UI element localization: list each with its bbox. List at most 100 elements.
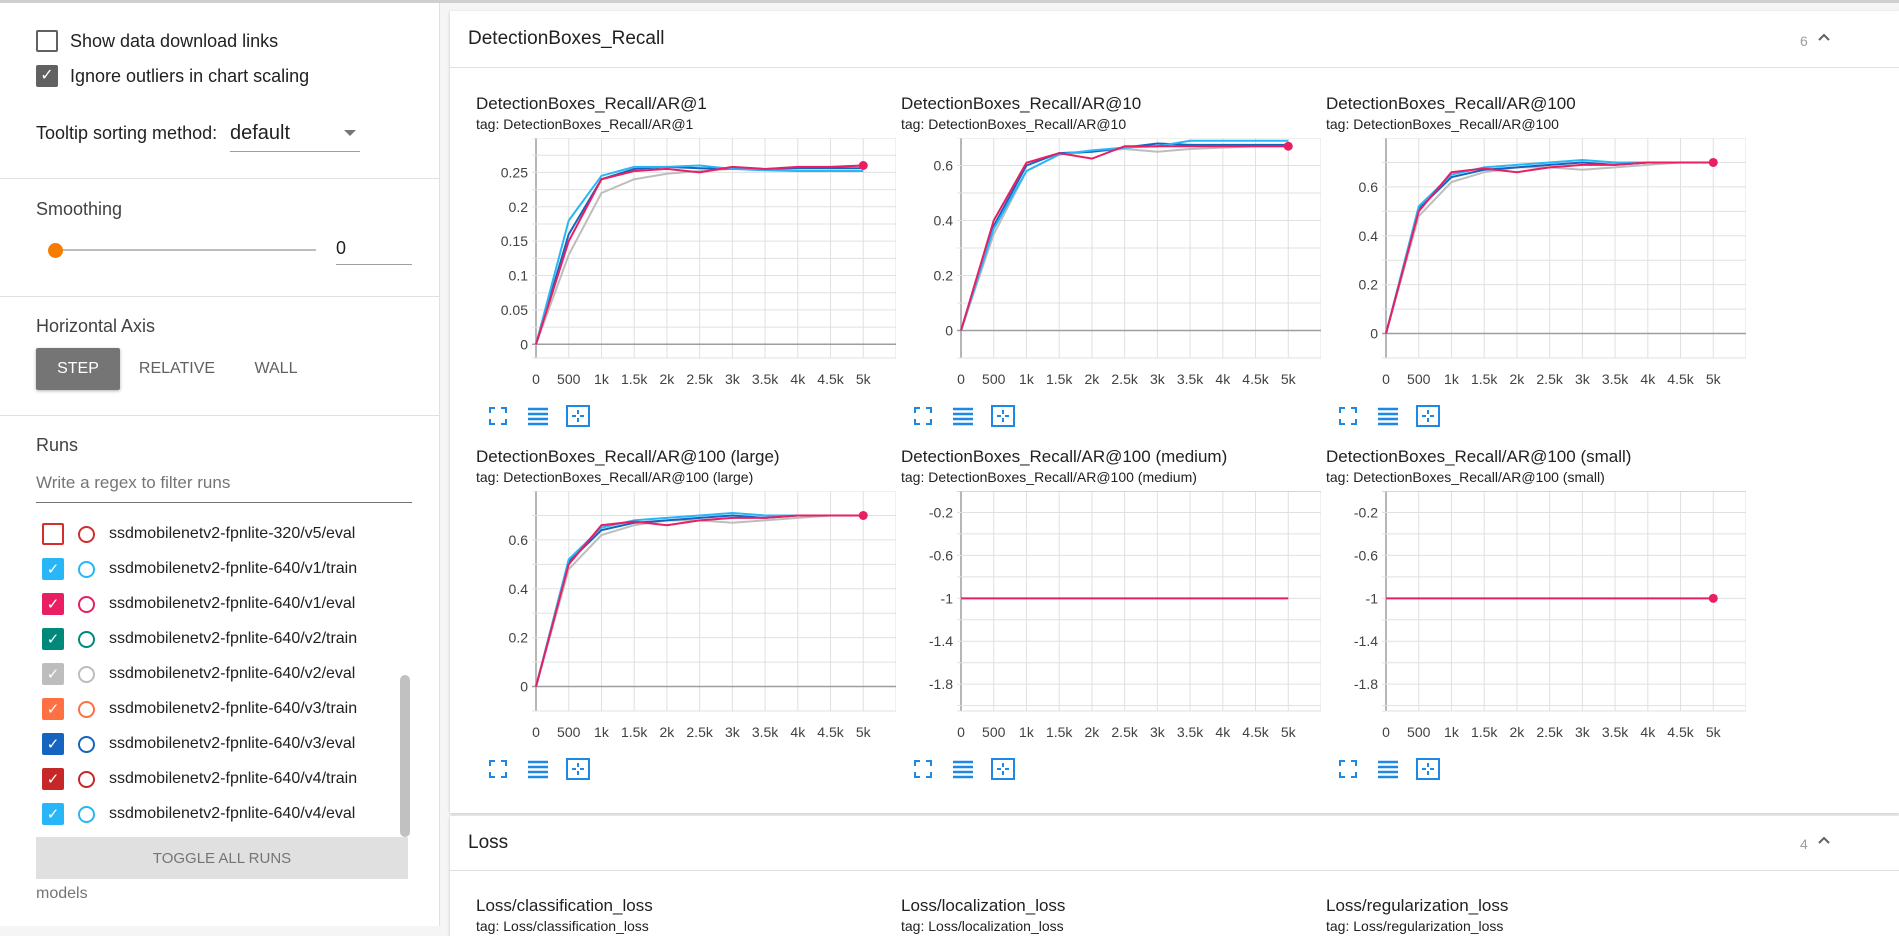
y-tick-label: 0.2 <box>934 268 954 284</box>
x-tick-label: 3k <box>1150 371 1166 387</box>
x-tick-label: 3k <box>725 724 741 740</box>
runs-filter-input[interactable]: Write a regex to filter runs <box>36 473 412 503</box>
run-item[interactable]: ssdmobilenetv2-fpnlite-320/v5/eval <box>42 521 355 547</box>
run-checkbox[interactable]: ✓ <box>42 698 64 720</box>
run-color-circle-icon[interactable] <box>78 735 95 753</box>
x-tick-label: 4k <box>1215 724 1231 740</box>
run-color-circle-icon[interactable] <box>78 700 95 718</box>
x-tick-label: 500 <box>982 724 1006 740</box>
axis-step-button[interactable]: STEP <box>36 348 120 390</box>
axis-relative-button[interactable]: RELATIVE <box>132 348 222 390</box>
run-color-circle-icon[interactable] <box>78 525 95 543</box>
data-table-icon[interactable] <box>949 402 977 430</box>
scalar-chart: DetectionBoxes_Recall/AR@1 tag: Detection… <box>476 94 896 427</box>
x-tick-label: 1.5k <box>1046 371 1073 387</box>
run-checkbox[interactable]: ✓ <box>42 663 64 685</box>
fullscreen-icon[interactable] <box>484 755 512 783</box>
run-checkbox[interactable]: ✓ <box>42 593 64 615</box>
fit-domain-icon[interactable] <box>1414 402 1442 430</box>
run-item[interactable]: ✓ ssdmobilenetv2-fpnlite-640/v2/eval <box>42 661 355 687</box>
run-item[interactable]: ✓ ssdmobilenetv2-fpnlite-640/v2/train <box>42 626 357 652</box>
fullscreen-icon[interactable] <box>909 755 937 783</box>
fit-domain-icon[interactable] <box>1414 755 1442 783</box>
x-tick-label: 5k <box>1706 371 1722 387</box>
loss-chart-tag: tag: Loss/regularization_loss <box>1326 918 1504 934</box>
run-color-circle-icon[interactable] <box>78 805 95 823</box>
chevron-up-icon[interactable] <box>1816 29 1832 50</box>
run-color-circle-icon[interactable] <box>78 595 95 613</box>
run-color-circle-icon[interactable] <box>78 630 95 648</box>
checkbox-box[interactable]: ✓ <box>36 65 58 87</box>
data-table-icon[interactable] <box>524 402 552 430</box>
section-loss: Loss 4 <box>450 816 1899 936</box>
y-tick-label: -1.4 <box>1354 633 1378 649</box>
data-table-icon[interactable] <box>949 755 977 783</box>
chart-toolbar <box>484 402 592 430</box>
x-tick-label: 4.5k <box>1242 371 1269 387</box>
fullscreen-icon[interactable] <box>909 402 937 430</box>
loss-chart-tag: tag: Loss/classification_loss <box>476 918 649 934</box>
tooltip-sorting-label: Tooltip sorting method: <box>36 123 218 143</box>
x-tick-label: 500 <box>1407 724 1431 740</box>
axis-wall-button[interactable]: WALL <box>240 348 312 390</box>
run-checkbox[interactable] <box>42 523 64 545</box>
fit-domain-icon[interactable] <box>989 755 1017 783</box>
data-table-icon[interactable] <box>524 755 552 783</box>
section-divider <box>450 67 1899 68</box>
run-color-circle-icon[interactable] <box>78 665 95 683</box>
chart-plot: 0 500 1k 1.5k 2k 2.5k 3k 3.5k 4k 4.5k 5k 0 0.05 0.1 0.… <box>501 138 896 387</box>
chart-tag: tag: DetectionBoxes_Recall/AR@10 <box>901 116 1127 132</box>
run-item[interactable]: ✓ ssdmobilenetv2-fpnlite-640/v4/eval <box>42 801 355 827</box>
show-download-links-checkbox[interactable]: Show data download links <box>36 30 278 52</box>
run-checkbox[interactable]: ✓ <box>42 803 64 825</box>
y-tick-label: 0.2 <box>1359 277 1379 293</box>
run-item[interactable]: ✓ ssdmobilenetv2-fpnlite-640/v4/train <box>42 766 357 792</box>
show-download-links-label: Show data download links <box>70 30 279 51</box>
y-tick-label: 0.6 <box>509 532 529 548</box>
run-checkbox[interactable]: ✓ <box>42 733 64 755</box>
x-tick-label: 0 <box>532 371 540 387</box>
fullscreen-icon[interactable] <box>1334 755 1362 783</box>
checkbox-box[interactable] <box>36 30 58 52</box>
fullscreen-icon[interactable] <box>484 402 512 430</box>
run-item[interactable]: ✓ ssdmobilenetv2-fpnlite-640/v3/train <box>42 696 357 722</box>
y-tick-label: -0.6 <box>1354 547 1378 563</box>
y-tick-label: 0 <box>945 323 953 339</box>
run-checkbox[interactable]: ✓ <box>42 768 64 790</box>
y-tick-label: 0.4 <box>934 213 954 229</box>
smoothing-slider-knob[interactable] <box>48 243 63 258</box>
y-tick-label: -0.2 <box>1354 504 1378 520</box>
ignore-outliers-checkbox[interactable]: ✓ Ignore outliers in chart scaling <box>36 65 309 87</box>
x-tick-label: 3k <box>1150 724 1166 740</box>
chart-tag: tag: DetectionBoxes_Recall/AR@1 <box>476 116 694 132</box>
fit-domain-icon[interactable] <box>564 755 592 783</box>
run-color-circle-icon[interactable] <box>78 560 95 578</box>
chart-tag: tag: DetectionBoxes_Recall/AR@100 (mediu… <box>901 469 1197 485</box>
data-table-icon[interactable] <box>1374 755 1402 783</box>
smoothing-input[interactable]: 0 <box>336 235 412 265</box>
x-tick-label: 1.5k <box>621 724 648 740</box>
fit-domain-icon[interactable] <box>989 402 1017 430</box>
y-tick-label: -1.8 <box>929 676 953 692</box>
run-item[interactable]: ✓ ssdmobilenetv2-fpnlite-640/v1/train <box>42 556 357 582</box>
toggle-all-runs-button[interactable]: TOGGLE ALL RUNS <box>36 837 408 879</box>
run-checkbox[interactable]: ✓ <box>42 558 64 580</box>
x-tick-label: 4.5k <box>817 724 844 740</box>
series-end-marker <box>1708 593 1718 603</box>
run-item[interactable]: ✓ ssdmobilenetv2-fpnlite-640/v3/eval <box>42 731 355 757</box>
x-tick-label: 4.5k <box>1667 371 1694 387</box>
run-color-circle-icon[interactable] <box>78 770 95 788</box>
x-tick-label: 2k <box>660 724 676 740</box>
run-item[interactable]: ✓ ssdmobilenetv2-fpnlite-640/v1/eval <box>42 591 355 617</box>
fit-domain-icon[interactable] <box>564 402 592 430</box>
smoothing-slider-track[interactable] <box>56 249 316 251</box>
data-table-icon[interactable] <box>1374 402 1402 430</box>
scalar-chart: DetectionBoxes_Recall/AR@100 (medium) tag… <box>901 447 1321 780</box>
chart-plot: 0 500 1k 1.5k 2k 2.5k 3k 3.5k 4k 4.5k 5k -0.2 -0.6 -1… <box>929 491 1321 740</box>
tooltip-sorting-select[interactable]: default <box>230 118 360 152</box>
runs-scrollbar[interactable] <box>400 675 410 837</box>
fullscreen-icon[interactable] <box>1334 402 1362 430</box>
run-checkbox[interactable]: ✓ <box>42 628 64 650</box>
chevron-up-icon[interactable] <box>1816 832 1832 853</box>
x-tick-label: 3.5k <box>1602 371 1629 387</box>
